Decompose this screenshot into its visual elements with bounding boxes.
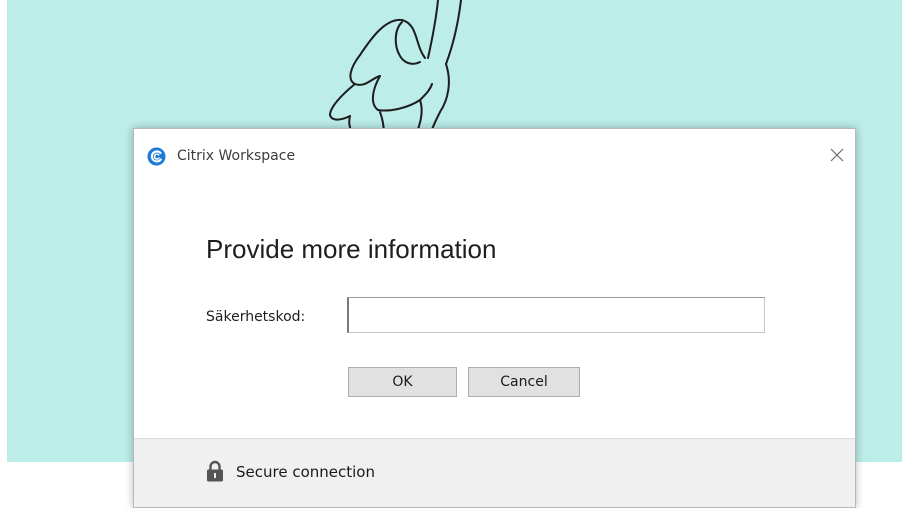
lock-icon <box>207 460 223 482</box>
dialog-heading: Provide more information <box>206 234 497 264</box>
close-icon[interactable] <box>825 143 849 167</box>
dialog-titlebar: Citrix Workspace <box>134 129 855 185</box>
security-code-label: Säkerhetskod: <box>206 309 306 325</box>
citrix-dialog: Citrix Workspace Provide more informatio… <box>133 128 856 508</box>
secure-connection-text: Secure connection <box>236 463 375 481</box>
citrix-workspace-icon <box>147 147 166 166</box>
app-title: Citrix Workspace <box>177 148 296 164</box>
dialog-footer: Secure connection <box>134 438 855 507</box>
woman-raising-arm-illustration <box>329 0 462 135</box>
cancel-button[interactable]: Cancel <box>468 367 580 397</box>
ok-button[interactable]: OK <box>348 367 457 397</box>
security-code-input[interactable] <box>347 297 765 333</box>
